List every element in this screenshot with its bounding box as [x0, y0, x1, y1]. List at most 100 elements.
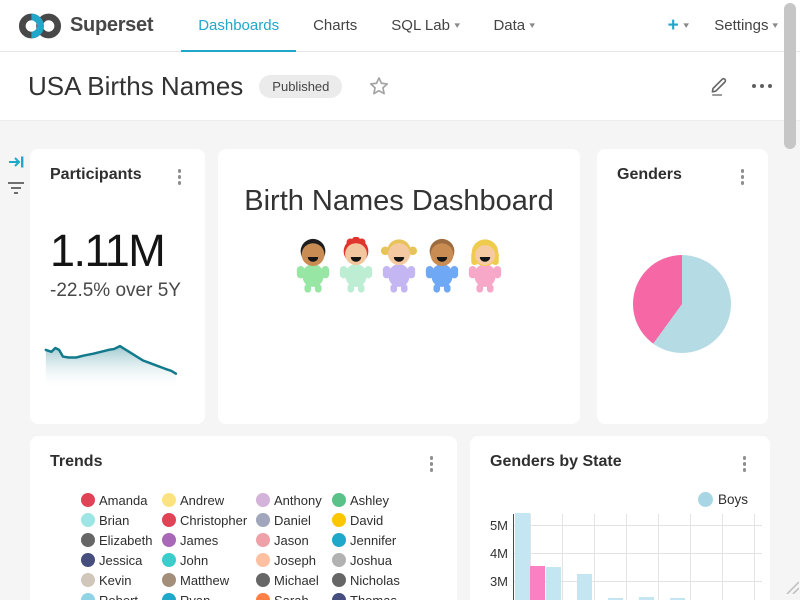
legend-label: Michael	[274, 573, 319, 588]
legend-item-jennifer[interactable]: Jennifer	[332, 530, 432, 550]
superset-logo[interactable]: Superset	[18, 11, 153, 41]
legend-label: Jessica	[99, 553, 142, 568]
vertical-scrollbar-thumb[interactable]	[784, 3, 796, 149]
legend-item-ryan[interactable]: Ryan	[162, 590, 256, 600]
big-number-subheader: -22.5% over 5Y	[50, 280, 181, 302]
legend-label: Christopher	[180, 513, 247, 528]
kebab-menu-icon[interactable]	[737, 166, 749, 188]
legend-item-michael[interactable]: Michael	[256, 570, 332, 590]
legend-item-jessica[interactable]: Jessica	[81, 550, 162, 570]
kebab-menu-icon[interactable]	[174, 166, 186, 188]
legend-dot	[256, 593, 270, 600]
legend-item-sarah[interactable]: Sarah	[256, 590, 332, 600]
legend-label: Matthew	[180, 573, 229, 588]
gridline	[514, 553, 762, 554]
published-badge[interactable]: Published	[259, 75, 342, 98]
sparkline-area	[46, 346, 176, 388]
legend-item-thomas[interactable]: Thomas	[332, 590, 432, 600]
legend-item-ashley[interactable]: Ashley	[332, 490, 432, 510]
legend-label: Brian	[99, 513, 129, 528]
legend-label: David	[350, 513, 383, 528]
main-nav: Dashboards ChartsSQL Lab▾Data▾	[181, 0, 551, 52]
legend-item-brian[interactable]: Brian	[81, 510, 162, 530]
legend-item-elizabeth[interactable]: Elizabeth	[81, 530, 162, 550]
legend-dot	[332, 493, 346, 507]
legend-label: Daniel	[274, 513, 311, 528]
legend-item-joseph[interactable]: Joseph	[256, 550, 332, 570]
gridline	[754, 514, 755, 600]
add-new-button[interactable]: + ▾	[668, 16, 689, 35]
legend-item-robert[interactable]: Robert	[81, 590, 162, 600]
legend-dot	[81, 553, 95, 567]
dashboard-header: USA Births Names Published	[0, 52, 800, 120]
legend-item-amanda[interactable]: Amanda	[81, 490, 162, 510]
gridline	[562, 514, 563, 600]
legend-dot	[81, 493, 95, 507]
brand-name: Superset	[70, 14, 153, 37]
chart-title: Participants	[50, 166, 142, 184]
favorite-star-icon[interactable]	[368, 75, 390, 97]
legend-dot	[332, 573, 346, 587]
nav-item-label: Dashboards	[198, 17, 279, 34]
more-actions-icon[interactable]	[750, 80, 774, 92]
y-tick: 4M	[470, 546, 508, 561]
settings-menu[interactable]: Settings ▾	[714, 17, 778, 34]
chevron-down-icon: ▾	[454, 20, 460, 31]
legend-dot	[81, 593, 95, 600]
chevron-down-icon: ▾	[683, 20, 689, 31]
legend-item-matthew[interactable]: Matthew	[162, 570, 256, 590]
genders-pie-chart	[633, 255, 731, 353]
legend-label: John	[180, 553, 208, 568]
edit-pencil-icon[interactable]	[709, 75, 730, 97]
legend-label: Sarah	[274, 593, 309, 600]
navbar-right: + ▾ Settings ▾	[668, 16, 778, 35]
markdown-heading: Birth Names Dashboard	[218, 185, 580, 218]
filter-list-icon[interactable]	[7, 180, 25, 201]
y-tick: 3M	[470, 574, 508, 589]
legend-item-boys[interactable]: Boys	[698, 492, 748, 507]
legend-dot	[81, 573, 95, 587]
gridline	[594, 514, 595, 600]
chart-title: Genders by State	[490, 453, 622, 471]
legend-item-andrew[interactable]: Andrew	[162, 490, 256, 510]
legend-dot	[162, 593, 176, 600]
participants-card: Participants 1.11M -22.5% over 5Y	[30, 149, 205, 424]
legend-label: Thomas	[350, 593, 397, 600]
legend-item-jason[interactable]: Jason	[256, 530, 332, 550]
nav-item-data[interactable]: Data▾	[476, 0, 551, 52]
resize-grip-icon[interactable]	[783, 578, 799, 599]
baby-blonde-pigtails	[380, 237, 418, 295]
nav-item-charts[interactable]: Charts	[296, 0, 374, 52]
trends-card: Trends AmandaAndrewAnthonyAshleyBrianChr…	[30, 436, 457, 600]
nav-item-dashboards[interactable]: Dashboards	[181, 0, 296, 52]
legend-item-david[interactable]: David	[332, 510, 432, 530]
kebab-menu-icon[interactable]	[739, 453, 751, 475]
genders-card: Genders	[597, 149, 768, 424]
expand-filter-bar-icon[interactable]	[7, 153, 25, 176]
markdown-card: Birth Names Dashboard	[218, 149, 580, 424]
plus-icon: +	[668, 16, 679, 35]
legend-item-john[interactable]: John	[162, 550, 256, 570]
legend-label: Nicholas	[350, 573, 400, 588]
bar-boys-0	[515, 513, 530, 600]
legend-item-james[interactable]: James	[162, 530, 256, 550]
legend-item-nicholas[interactable]: Nicholas	[332, 570, 432, 590]
legend-item-joshua[interactable]: Joshua	[332, 550, 432, 570]
legend-label: Robert	[99, 593, 138, 600]
legend-item-kevin[interactable]: Kevin	[81, 570, 162, 590]
legend-label: Ryan	[180, 593, 210, 600]
legend-item-anthony[interactable]: Anthony	[256, 490, 332, 510]
legend-dot	[332, 553, 346, 567]
gridline	[514, 525, 762, 526]
nav-item-sql-lab[interactable]: SQL Lab▾	[374, 0, 476, 52]
bar-boys-1	[546, 567, 561, 600]
header-actions	[709, 75, 774, 97]
kebab-menu-icon[interactable]	[426, 453, 438, 475]
legend-dot	[256, 513, 270, 527]
legend-item-christopher[interactable]: Christopher	[162, 510, 256, 530]
chevron-down-icon: ▾	[530, 20, 536, 31]
babies-illustration	[218, 237, 580, 295]
legend-dot	[81, 533, 95, 547]
bar-plot	[513, 514, 761, 600]
legend-item-daniel[interactable]: Daniel	[256, 510, 332, 530]
